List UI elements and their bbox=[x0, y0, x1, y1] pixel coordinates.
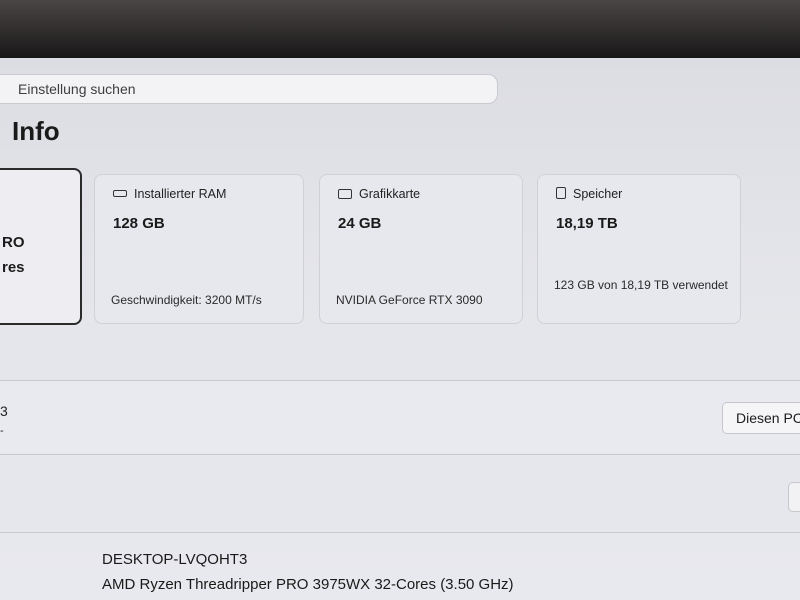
section-divider bbox=[0, 532, 800, 533]
gpu-card: Grafikkarte 24 GB NVIDIA GeForce RTX 309… bbox=[319, 174, 523, 324]
rename-row-subtext: - bbox=[0, 425, 4, 437]
section-divider bbox=[0, 454, 800, 455]
ram-card: Installierter RAM 128 GB Geschwindigkeit… bbox=[94, 174, 304, 324]
storage-card-label: Speicher bbox=[573, 187, 623, 201]
gpu-card-header: Grafikkarte bbox=[338, 187, 420, 201]
device-name-value: DESKTOP-LVQOHT3 bbox=[102, 551, 248, 568]
storage-card-footer: 123 GB von 18,19 TB verwendet bbox=[554, 278, 728, 292]
ram-icon bbox=[113, 190, 127, 197]
search-placeholder: Einstellung suchen bbox=[18, 81, 136, 97]
device-card-line2: res bbox=[2, 259, 25, 276]
gpu-card-value: 24 GB bbox=[338, 215, 382, 232]
ram-card-header: Installierter RAM bbox=[113, 187, 226, 201]
page-title: Info bbox=[12, 116, 60, 146]
copy-button[interactable] bbox=[788, 482, 800, 512]
device-card-line1: RO bbox=[2, 234, 25, 251]
device-specs-header[interactable] bbox=[0, 460, 800, 530]
storage-icon bbox=[556, 187, 566, 199]
ram-card-footer: Geschwindigkeit: 3200 MT/s bbox=[111, 293, 262, 307]
device-card[interactable]: RO res bbox=[0, 168, 82, 325]
processor-value: AMD Ryzen Threadripper PRO 3975WX 32-Cor… bbox=[102, 576, 514, 593]
ram-card-value: 128 GB bbox=[113, 215, 165, 232]
gpu-icon bbox=[338, 189, 352, 199]
monitor-bezel bbox=[0, 0, 800, 60]
settings-window: Einstellung suchen Info RO res Installie… bbox=[0, 58, 800, 600]
rename-row-text: 3 bbox=[0, 403, 8, 419]
rename-pc-button[interactable]: Diesen PC bbox=[722, 402, 800, 434]
gpu-card-label: Grafikkarte bbox=[359, 187, 421, 201]
storage-card-header: Speicher bbox=[556, 187, 622, 201]
ram-card-label: Installierter RAM bbox=[134, 187, 227, 201]
storage-card: Speicher 18,19 TB 123 GB von 18,19 TB ve… bbox=[537, 174, 741, 324]
rename-row: 3 - Diesen PC bbox=[0, 381, 800, 453]
gpu-card-footer: NVIDIA GeForce RTX 3090 bbox=[336, 293, 483, 307]
search-input[interactable]: Einstellung suchen bbox=[0, 74, 498, 104]
storage-card-value: 18,19 TB bbox=[556, 215, 618, 232]
